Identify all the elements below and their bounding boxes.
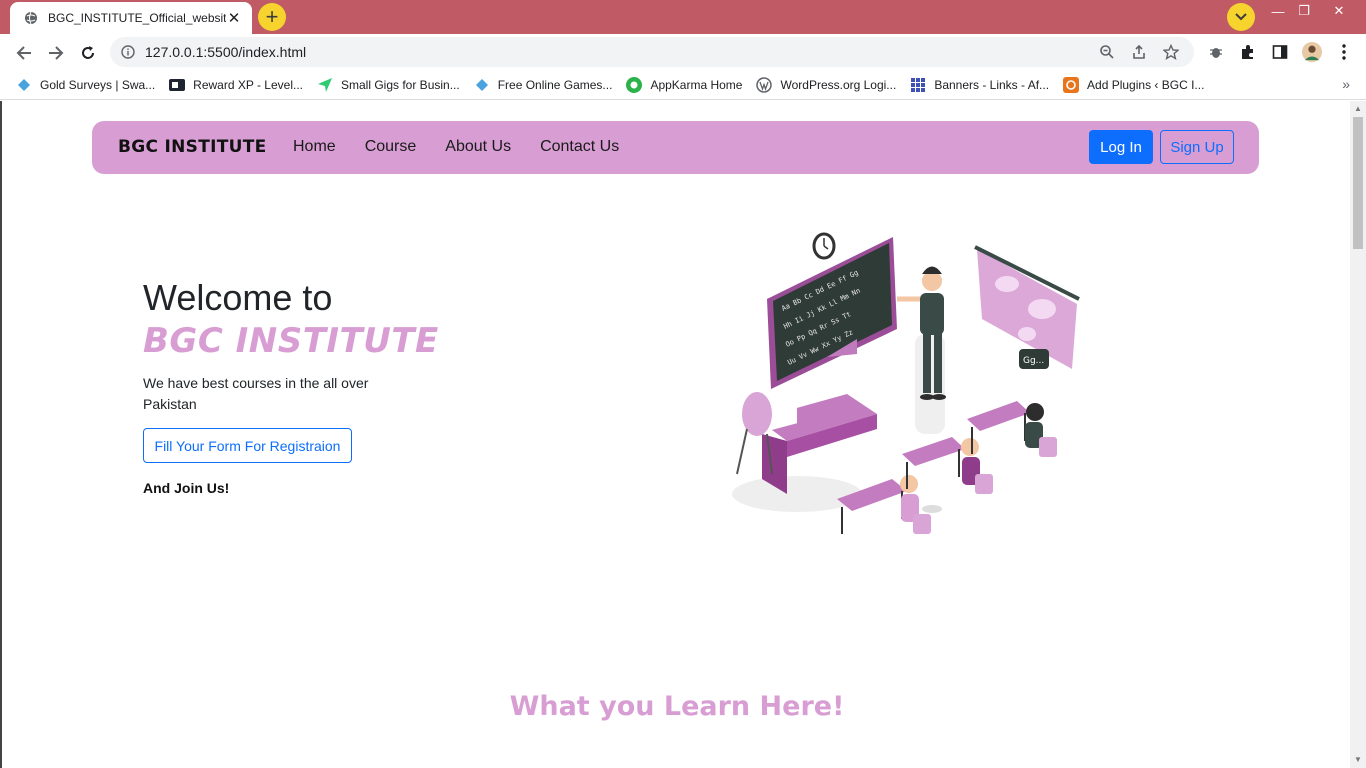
reload-icon [82, 46, 94, 59]
bookmark-item[interactable]: AppKarma Home [626, 76, 743, 93]
classroom-illustration: Aa Bb Cc Dd Ee Ff Gg Hh Ii Jj Kk Ll Mm N… [732, 232, 1080, 534]
scroll-thumb[interactable] [1353, 117, 1363, 249]
nav-link-course[interactable]: Course [365, 138, 417, 156]
tab-search-button[interactable] [1227, 3, 1255, 31]
bug-extension-icon[interactable] [1206, 42, 1226, 62]
bookmark-label: Reward XP - Level... [193, 77, 303, 92]
bookmark-item[interactable]: Banners - Links - Af... [910, 77, 1049, 93]
hero-welcome-heading: Welcome to [143, 277, 333, 318]
tab-title: BGC_INSTITUTE_Official_website [48, 11, 226, 25]
diamond-icon [474, 77, 490, 93]
extensions-puzzle-icon[interactable] [1238, 42, 1258, 62]
site-navbar: BGC INSTITUTE Home Course About Us Conta… [92, 121, 1259, 174]
bookmark-label: Gold Surveys | Swa... [40, 77, 156, 92]
bookmark-item[interactable]: Free Online Games... [474, 77, 613, 93]
xp-icon [169, 77, 186, 93]
hero-description: We have best courses in the all over Pak… [143, 375, 369, 412]
appkarma-icon [626, 76, 643, 93]
close-tab-icon[interactable]: ✕ [226, 9, 242, 27]
clock-icon [812, 232, 836, 260]
url-text[interactable]: 127.0.0.1:5500/index.html [145, 44, 1098, 60]
teacher-figure [897, 266, 946, 513]
scroll-up-arrow-icon[interactable]: ▲ [1354, 105, 1362, 113]
bookmark-label: Banners - Links - Af... [934, 77, 1050, 92]
bookmark-item[interactable]: Small Gigs for Busin... [317, 77, 460, 93]
plugin-icon [1063, 76, 1080, 93]
more-menu-icon[interactable] [1334, 42, 1354, 62]
bookmark-item[interactable]: Reward XP - Level... [169, 77, 303, 93]
login-button[interactable]: Log In [1089, 130, 1153, 164]
share-icon[interactable] [1130, 43, 1148, 61]
profile-avatar[interactable] [1302, 42, 1322, 62]
bookmarks-bar: Gold Surveys | Swa... Reward XP - Level.… [0, 70, 1366, 100]
arrow-left-icon [16, 46, 31, 60]
grid-icon [910, 77, 926, 93]
back-button[interactable] [13, 42, 35, 64]
bookmark-item[interactable]: Add Plugins ‹ BGC I... [1063, 76, 1205, 93]
bookmark-label: Free Online Games... [497, 77, 613, 92]
world-map-poster: Gg... [974, 245, 1080, 369]
wordpress-icon [756, 76, 773, 93]
nav-link-contact[interactable]: Contact Us [540, 138, 619, 156]
browser-tab[interactable]: BGC_INSTITUTE_Official_website ✕ [10, 2, 252, 34]
bookmark-item[interactable]: Gold Surveys | Swa... [16, 77, 155, 93]
svg-text:Gg...: Gg... [1023, 356, 1044, 366]
scroll-down-arrow-icon[interactable]: ▼ [1354, 756, 1362, 764]
bookmark-label: AppKarma Home [650, 77, 743, 92]
bookmark-label: WordPress.org Logi... [780, 77, 897, 92]
nav-links: Home Course About Us Contact Us [293, 138, 648, 156]
forward-button[interactable] [45, 42, 67, 64]
navbar-brand[interactable]: BGC INSTITUTE [118, 137, 267, 157]
registration-form-button[interactable]: Fill Your Form For Registraion [143, 428, 352, 463]
page-scrollbar[interactable]: ▲ ▼ [1350, 101, 1366, 768]
nav-link-home[interactable]: Home [293, 138, 336, 156]
hero-brand-heading: BGC INSTITUTE [143, 321, 439, 361]
bookmark-item[interactable]: WordPress.org Logi... [756, 76, 897, 93]
bookmark-label: Add Plugins ‹ BGC I... [1087, 77, 1205, 92]
browser-toolbar: 127.0.0.1:5500/index.html [0, 34, 1366, 70]
chevron-down-icon [1235, 13, 1247, 21]
globe-icon [25, 11, 37, 25]
nav-link-about[interactable]: About Us [445, 138, 511, 156]
zoom-icon[interactable] [1098, 43, 1116, 61]
reload-button[interactable] [77, 42, 99, 64]
chalkboard: Aa Bb Cc Dd Ee Ff Gg Hh Ii Jj Kk Ll Mm N… [767, 237, 897, 389]
arrow-icon [317, 77, 333, 93]
bookmark-star-icon[interactable] [1162, 43, 1180, 61]
diamond-icon [16, 77, 32, 93]
join-text: And Join Us! [143, 480, 230, 496]
arrow-right-icon [49, 46, 64, 60]
signup-button[interactable]: Sign Up [1160, 130, 1234, 164]
side-panel-icon[interactable] [1270, 42, 1290, 62]
info-icon[interactable] [121, 45, 135, 59]
new-tab-button[interactable]: + [258, 3, 286, 31]
address-bar[interactable]: 127.0.0.1:5500/index.html [110, 37, 1194, 67]
bookmark-label: Small Gigs for Busin... [341, 77, 460, 92]
restore-button[interactable]: ❐ [1287, 0, 1321, 22]
page-viewport: BGC INSTITUTE Home Course About Us Conta… [0, 101, 1350, 768]
bookmarks-overflow-icon[interactable]: » [1342, 76, 1350, 92]
section-heading: What you Learn Here! [509, 691, 845, 722]
browser-titlebar: BGC_INSTITUTE_Official_website ✕ + — ❐ ✕ [0, 0, 1366, 34]
window-close-button[interactable]: ✕ [1322, 0, 1356, 22]
